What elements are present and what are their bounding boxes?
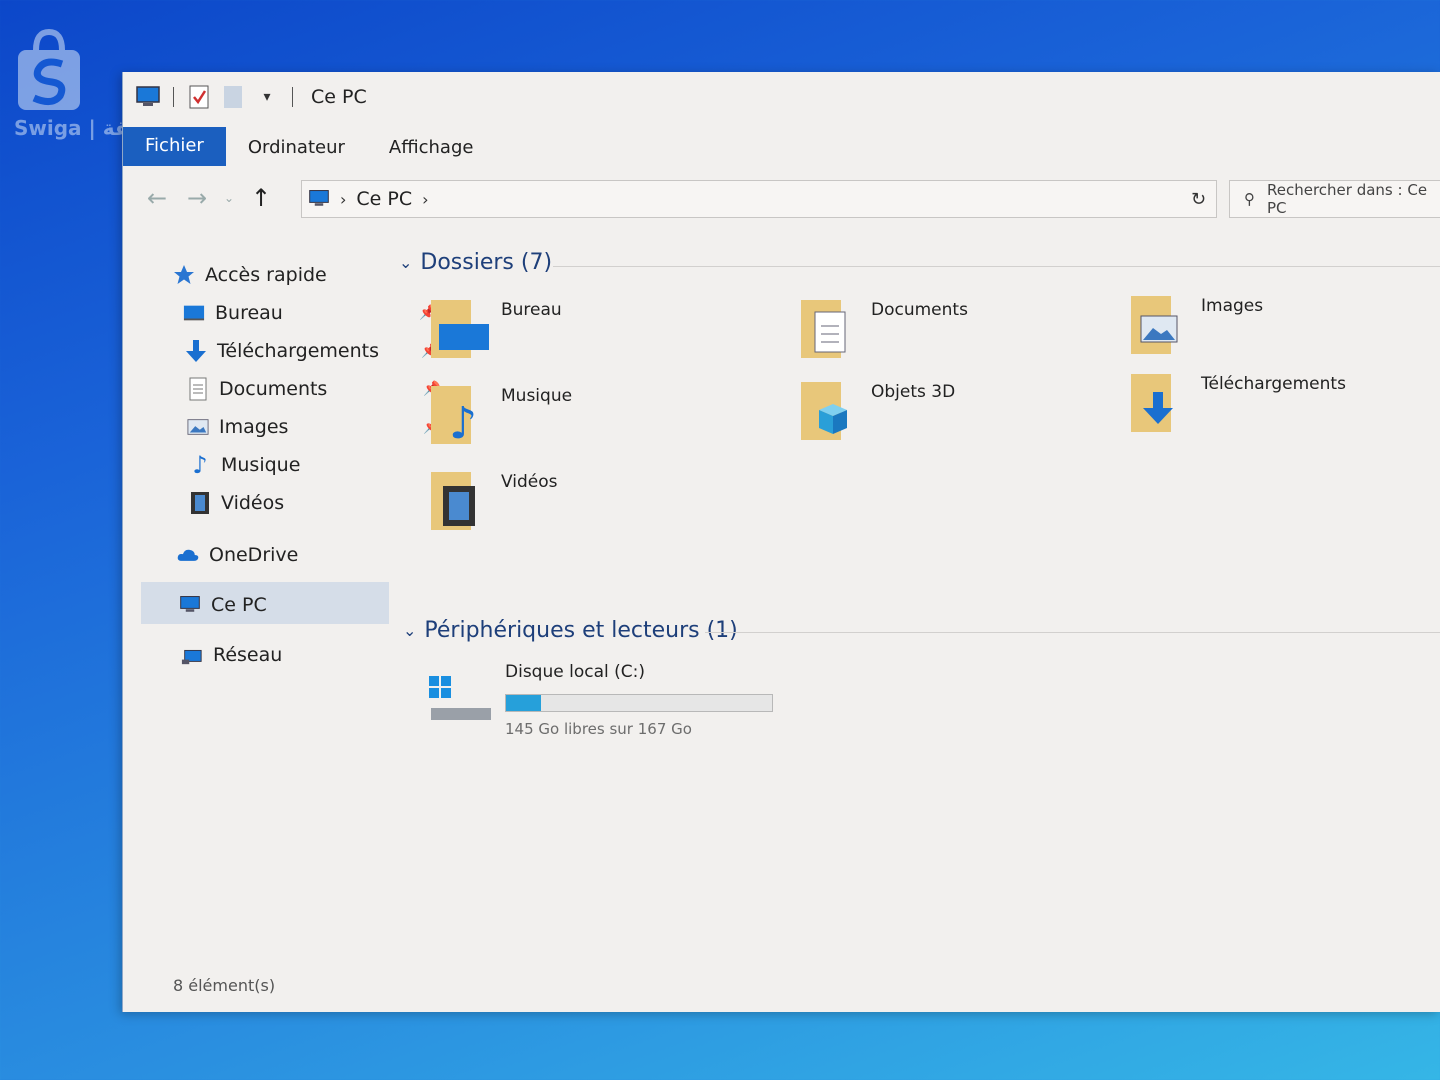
navigation-pane: Accès rapide Bureau 📌 Téléchargements 📌 …	[123, 250, 440, 850]
breadcrumb-chevron-icon[interactable]: ›	[422, 190, 428, 209]
folder-label: Bureau	[501, 300, 562, 320]
music-folder-icon: ♪	[431, 386, 477, 446]
search-placeholder: Rechercher dans : Ce PC	[1267, 181, 1428, 217]
nav-label: Réseau	[213, 644, 283, 666]
hard-drive-icon	[429, 676, 491, 720]
nav-item-musique[interactable]: ♪ Musique	[189, 446, 300, 484]
customize-dropdown-icon[interactable]: ▾	[254, 84, 280, 110]
tab-ordinateur[interactable]: Ordinateur	[226, 137, 367, 166]
status-bar-count: 8 élément(s)	[173, 976, 276, 995]
folder-images[interactable]: Images	[1129, 292, 1440, 372]
network-icon	[181, 644, 203, 666]
group-divider	[553, 266, 1440, 267]
documents-folder-icon	[801, 300, 846, 358]
drive-usage-fill	[506, 695, 541, 711]
drive-c[interactable]: Disque local (C:) 145 Go libres sur 167 …	[429, 662, 789, 752]
refresh-icon[interactable]: ↻	[1181, 180, 1217, 218]
nav-label: Téléchargements	[217, 340, 379, 362]
nav-item-documents[interactable]: Documents 📌	[187, 370, 440, 408]
nav-ce-pc[interactable]: Ce PC	[179, 586, 267, 624]
music-icon: ♪	[192, 451, 208, 479]
folder-objets-3d[interactable]: Objets 3D	[799, 378, 1129, 458]
breadcrumb-ce-pc[interactable]: Ce PC	[356, 188, 412, 210]
drive-label: Disque local (C:)	[505, 662, 645, 682]
svg-text:♪: ♪	[449, 398, 477, 446]
drive-free-space: 145 Go libres sur 167 Go	[505, 720, 692, 738]
nav-quick-access[interactable]: Accès rapide	[173, 256, 327, 294]
folder-documents[interactable]: Documents	[799, 296, 1129, 376]
images-folder-icon	[1131, 296, 1178, 354]
folder-label: Images	[1201, 296, 1264, 316]
folder-label: Objets 3D	[871, 382, 956, 402]
document-icon	[187, 377, 209, 401]
nav-label: Accès rapide	[205, 264, 327, 286]
image-icon	[187, 416, 209, 438]
file-explorer-window: ▾ Ce PC Fichier Ordinateur Affichage ← →…	[122, 72, 1440, 1012]
folder-label: Vidéos	[501, 472, 558, 492]
nav-item-images[interactable]: Images 📌	[187, 408, 440, 446]
download-icon	[185, 340, 207, 362]
separator	[173, 87, 174, 107]
group-divider	[705, 632, 1440, 633]
nav-label: Vidéos	[221, 492, 285, 514]
group-title: Dossiers (7)	[420, 250, 553, 275]
content-pane: ⌄ Dossiers (7) Bureau Documents Images ♪…	[399, 242, 1440, 962]
cloud-icon	[177, 544, 199, 566]
nav-label: OneDrive	[209, 544, 299, 566]
navigation-bar: ← → ⌄ ↑ › Ce PC › ⌄ ↻ ⚲ Rechercher dans …	[123, 176, 1440, 220]
downloads-folder-icon	[1131, 374, 1173, 432]
folder-label: Musique	[501, 386, 573, 406]
desktop-icon	[183, 302, 205, 324]
devices-group-header[interactable]: ⌄ Périphériques et lecteurs (1)	[403, 618, 738, 643]
folder-videos[interactable]: Vidéos	[429, 468, 759, 548]
group-title: Périphériques et lecteurs (1)	[424, 618, 738, 643]
chevron-down-icon[interactable]: ⌄	[403, 621, 416, 640]
tab-affichage[interactable]: Affichage	[367, 137, 496, 166]
shopping-bag-logo-icon	[18, 28, 80, 110]
back-arrow-icon[interactable]: ←	[137, 180, 177, 216]
properties-icon[interactable]	[186, 84, 212, 110]
folder-label: Téléchargements	[1201, 374, 1346, 394]
folder-bureau[interactable]: Bureau	[429, 296, 759, 376]
computer-icon	[308, 188, 330, 210]
window-title: Ce PC	[311, 86, 367, 108]
video-icon	[189, 492, 211, 514]
videos-folder-icon	[431, 472, 475, 530]
nav-onedrive[interactable]: OneDrive	[177, 536, 298, 574]
computer-icon[interactable]	[135, 84, 161, 110]
desktop-folder-icon	[431, 300, 489, 358]
star-icon	[173, 264, 195, 286]
nav-label: Musique	[221, 454, 301, 476]
forward-arrow-icon[interactable]: →	[177, 180, 217, 216]
chevron-down-icon[interactable]: ⌄	[399, 253, 412, 272]
ribbon-tabs: Fichier Ordinateur Affichage	[123, 124, 1440, 166]
drive-usage-bar	[505, 694, 773, 712]
3d-objects-folder-icon	[801, 382, 847, 440]
folder-telechargements[interactable]: Téléchargements	[1129, 370, 1440, 450]
up-arrow-icon[interactable]: ↑	[241, 180, 281, 216]
address-bar[interactable]: › Ce PC › ⌄	[301, 180, 1211, 218]
nav-label: Bureau	[215, 302, 283, 324]
search-box[interactable]: ⚲ Rechercher dans : Ce PC	[1229, 180, 1440, 218]
separator	[292, 87, 293, 107]
folder-label: Documents	[871, 300, 968, 320]
nav-label: Documents	[219, 378, 328, 400]
nav-label: Ce PC	[211, 594, 267, 616]
new-folder-icon[interactable]	[220, 84, 246, 110]
nav-item-telechargements[interactable]: Téléchargements 📌	[185, 332, 438, 370]
search-icon: ⚲	[1244, 190, 1255, 208]
computer-icon	[179, 594, 201, 616]
recent-locations-chevron-icon[interactable]: ⌄	[217, 180, 241, 216]
folders-group-header[interactable]: ⌄ Dossiers (7)	[399, 250, 552, 275]
nav-item-videos[interactable]: Vidéos	[189, 484, 284, 522]
nav-label: Images	[219, 416, 289, 438]
folder-musique[interactable]: ♪ Musique	[429, 382, 759, 462]
title-bar: ▾ Ce PC	[123, 72, 1440, 122]
nav-reseau[interactable]: Réseau	[181, 636, 282, 674]
tab-fichier[interactable]: Fichier	[123, 127, 226, 166]
nav-item-bureau[interactable]: Bureau 📌	[183, 294, 436, 332]
breadcrumb-chevron-icon[interactable]: ›	[340, 190, 346, 209]
